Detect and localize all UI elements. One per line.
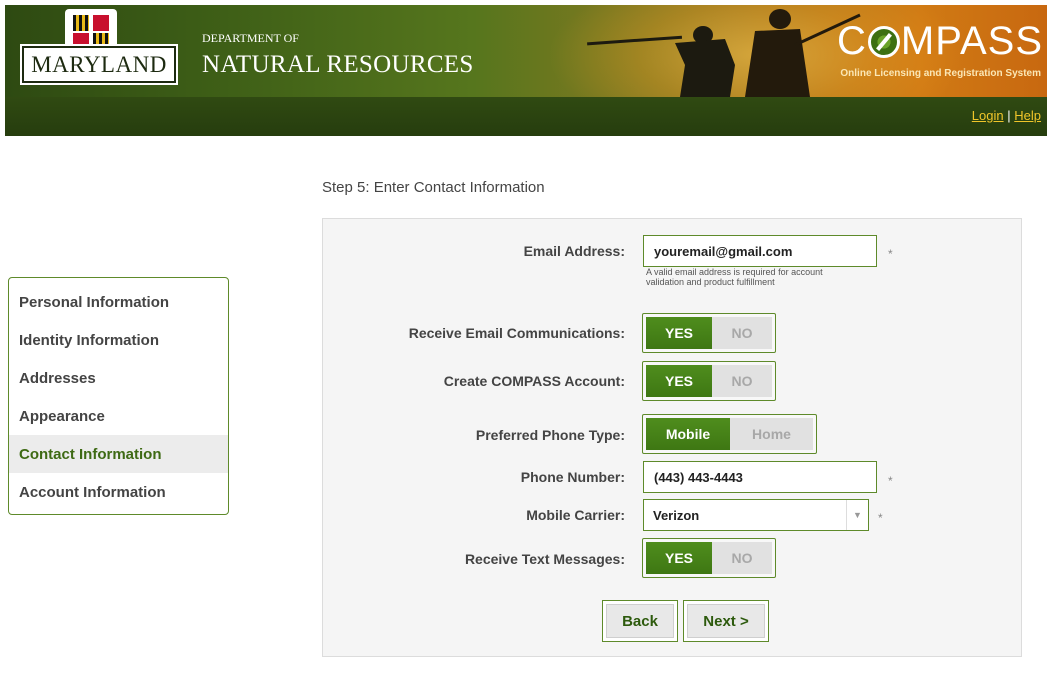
carrier-required-marker: *	[878, 511, 883, 525]
nav-separator: |	[1007, 108, 1011, 123]
sidebar-item-appearance[interactable]: Appearance	[9, 397, 228, 435]
dept-line2: NATURAL RESOURCES	[202, 51, 474, 78]
receive-email-label: Receive Email Communications:	[408, 325, 625, 341]
compass-icon	[867, 25, 900, 58]
back-button-label: Back	[606, 604, 674, 638]
top-nav-bar: Login | Help	[5, 97, 1047, 136]
create-account-toggle[interactable]: YES NO	[642, 361, 776, 401]
sidebar-item-addresses[interactable]: Addresses	[9, 359, 228, 397]
mobile-carrier-value: Verizon	[653, 507, 700, 523]
sidebar-item-contact-information[interactable]: Contact Information	[9, 435, 228, 473]
mobile-carrier-select[interactable]: Verizon ▼	[643, 499, 869, 531]
phone-required-marker: *	[888, 474, 893, 488]
receive-email-no[interactable]: NO	[712, 317, 772, 349]
phone-type-toggle[interactable]: Mobile Home	[642, 414, 817, 454]
header-banner: MARYLAND DEPARTMENT OF NATURAL RESOURCES…	[5, 5, 1047, 97]
email-hint: A valid email address is required for ac…	[646, 267, 823, 287]
receive-text-yes[interactable]: YES	[646, 542, 712, 574]
phone-number-field[interactable]	[643, 461, 877, 493]
mobile-carrier-label: Mobile Carrier:	[526, 507, 625, 523]
compass-title: C MPASS	[837, 19, 1043, 64]
email-label: Email Address:	[523, 243, 625, 259]
back-button[interactable]: Back	[602, 600, 678, 642]
sidebar-item-account-information[interactable]: Account Information	[9, 473, 228, 511]
receive-text-toggle[interactable]: YES NO	[642, 538, 776, 578]
nav-links: Login | Help	[972, 108, 1041, 123]
phone-type-mobile[interactable]: Mobile	[646, 418, 730, 450]
compass-title-suffix: MPASS	[900, 19, 1043, 63]
help-link[interactable]: Help	[1014, 108, 1041, 123]
maryland-logo[interactable]: MARYLAND	[20, 44, 178, 85]
compass-subtitle: Online Licensing and Registration System	[840, 68, 1041, 79]
contact-form-panel: Email Address: * A valid email address i…	[322, 218, 1022, 657]
phone-number-label: Phone Number:	[520, 469, 625, 485]
create-account-label: Create COMPASS Account:	[443, 373, 625, 389]
wizard-steps-menu: Personal Information Identity Informatio…	[8, 277, 229, 515]
create-account-yes[interactable]: YES	[646, 365, 712, 397]
receive-text-label: Receive Text Messages:	[464, 551, 625, 567]
receive-email-toggle[interactable]: YES NO	[642, 313, 776, 353]
next-button[interactable]: Next >	[683, 600, 769, 642]
hunter-fisher-silhouette-icon	[587, 9, 861, 97]
dept-line1: DEPARTMENT OF	[202, 31, 299, 45]
phone-type-label: Preferred Phone Type:	[475, 427, 625, 443]
sidebar-item-identity-information[interactable]: Identity Information	[9, 321, 228, 359]
login-link[interactable]: Login	[972, 108, 1004, 123]
sidebar-item-personal-information[interactable]: Personal Information	[9, 283, 228, 321]
maryland-seal-icon	[65, 9, 117, 49]
email-field[interactable]	[643, 235, 877, 267]
step-title: Step 5: Enter Contact Information	[322, 179, 545, 196]
receive-text-no[interactable]: NO	[712, 542, 772, 574]
phone-type-home[interactable]: Home	[730, 418, 813, 450]
create-account-no[interactable]: NO	[712, 365, 772, 397]
next-button-label: Next >	[687, 604, 765, 638]
chevron-down-icon[interactable]: ▼	[846, 500, 868, 530]
compass-title-prefix: C	[837, 19, 867, 63]
email-required-marker: *	[888, 247, 893, 261]
receive-email-yes[interactable]: YES	[646, 317, 712, 349]
